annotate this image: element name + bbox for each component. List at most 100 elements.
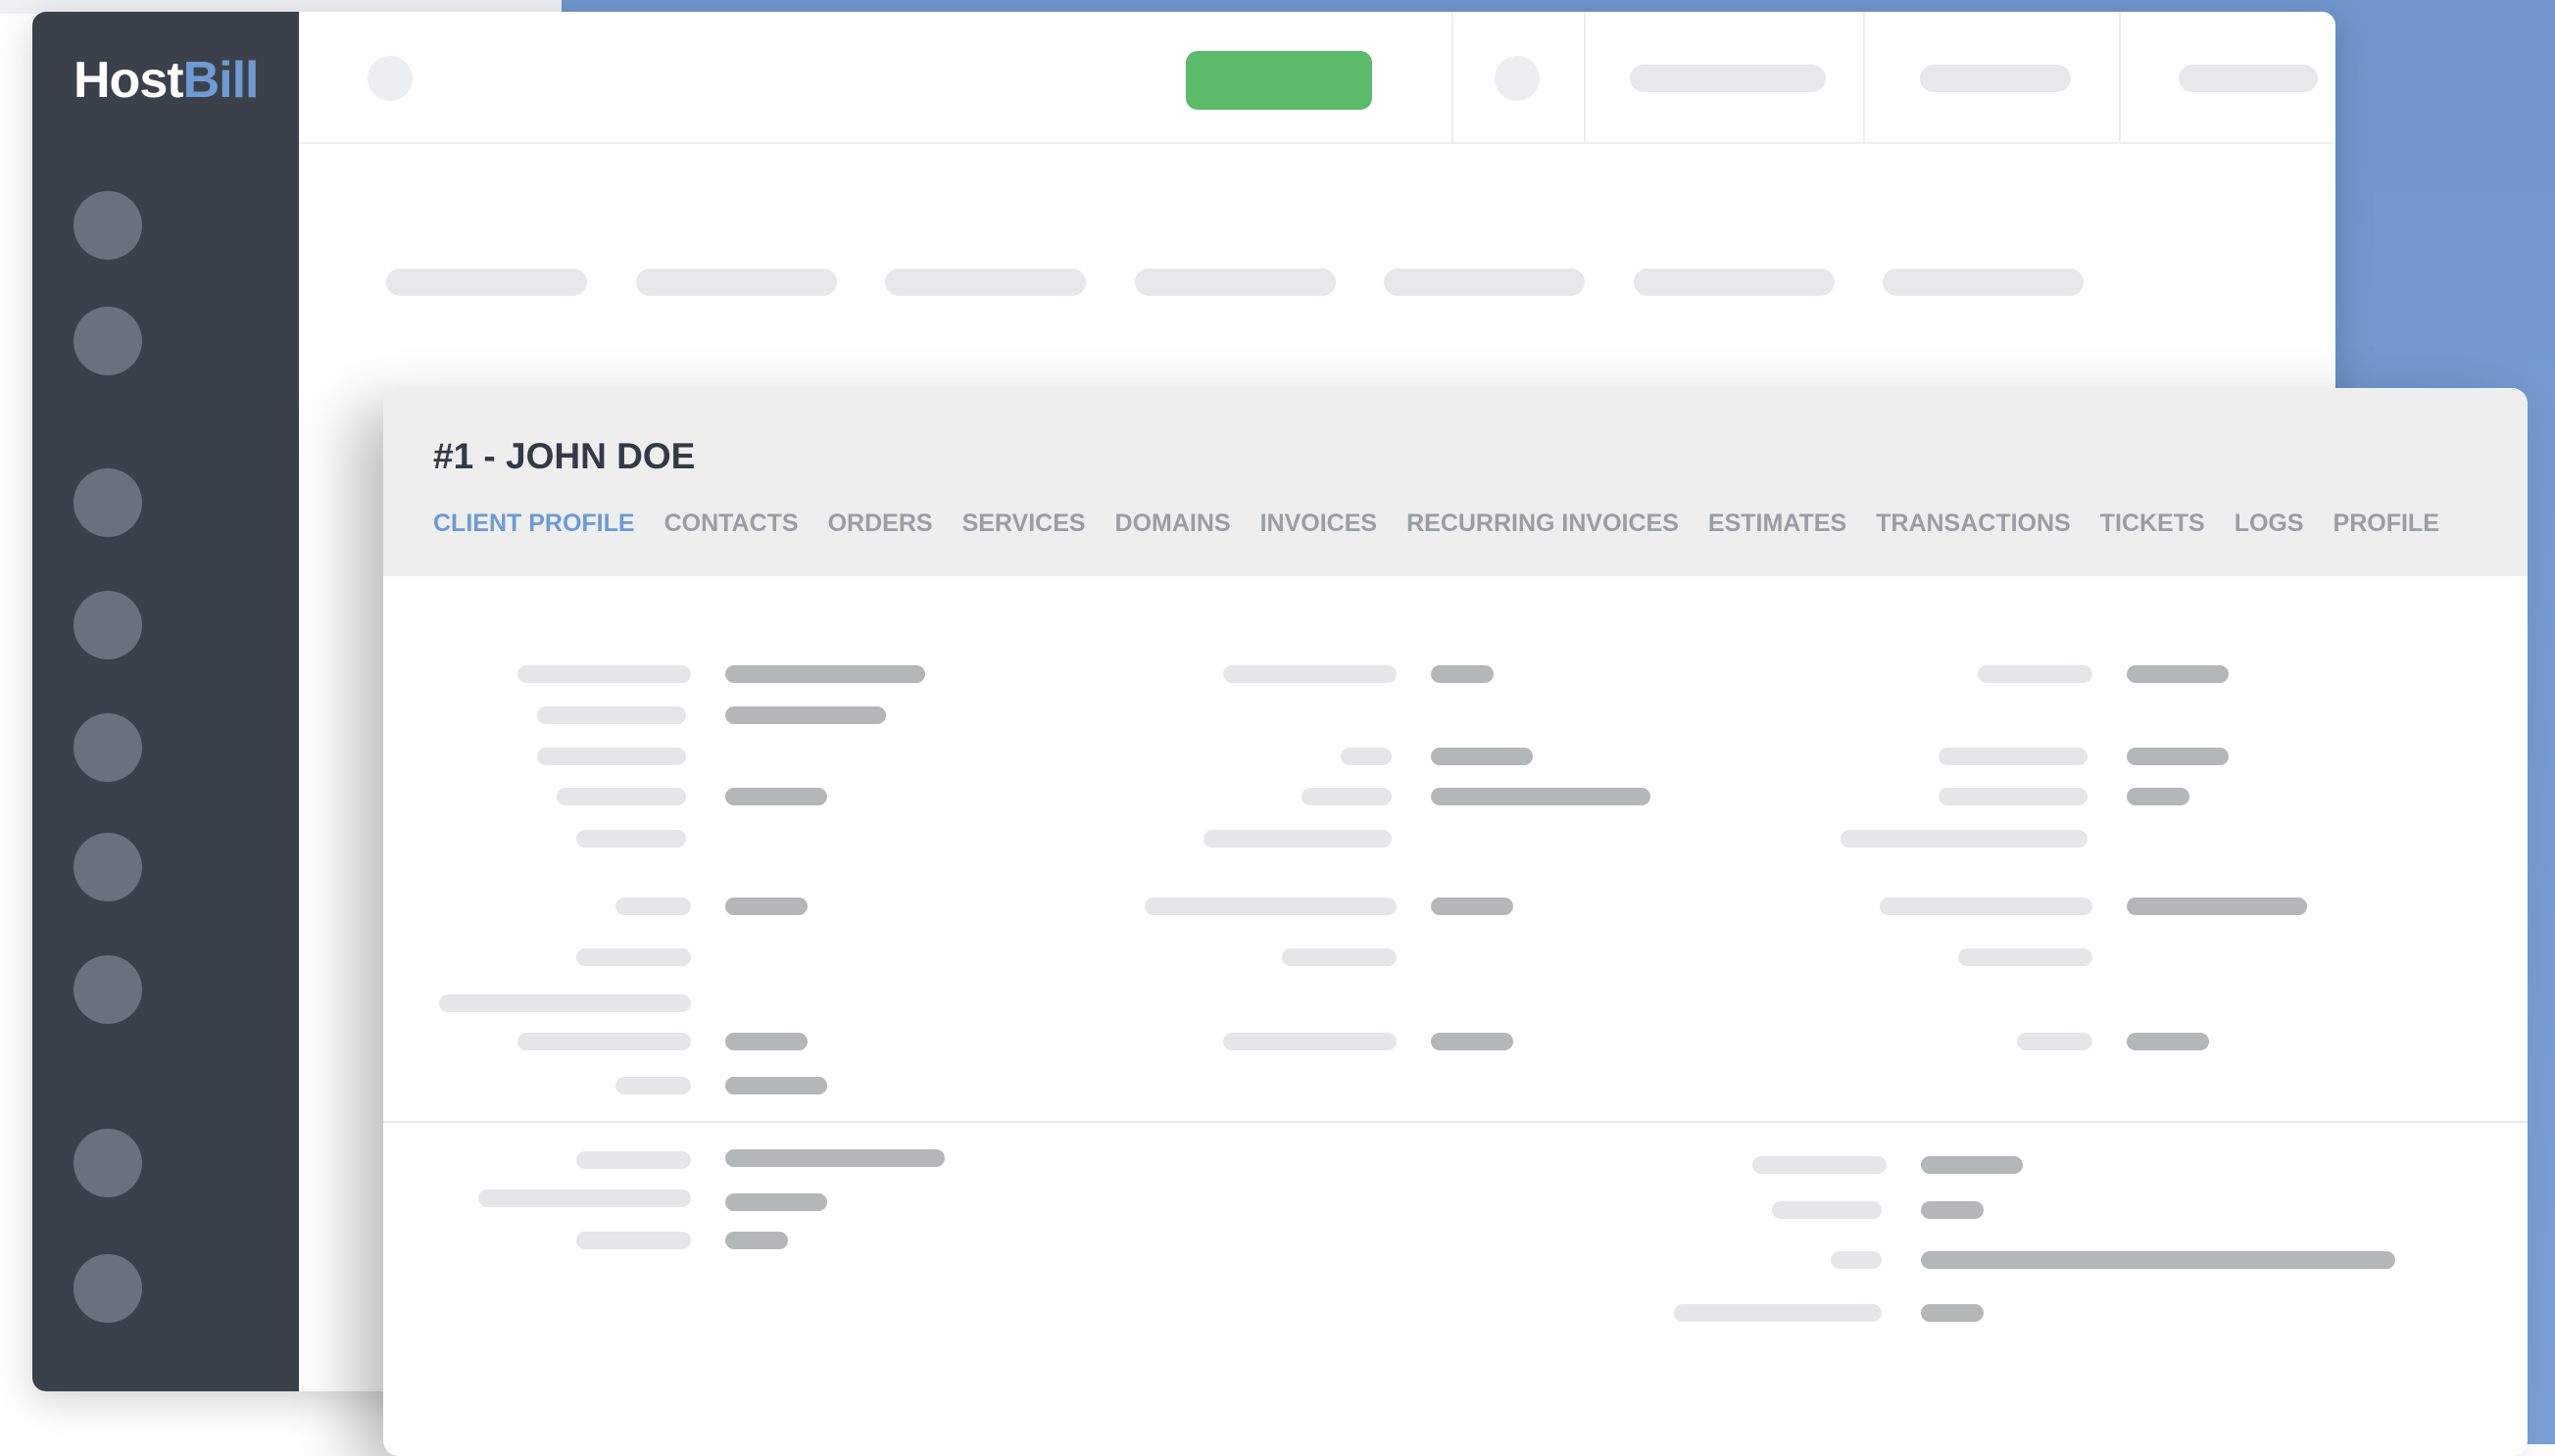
field-label <box>615 898 691 915</box>
field-value <box>725 665 925 683</box>
main-tab-placeholder[interactable] <box>1634 268 1835 296</box>
field-value <box>725 1033 808 1050</box>
tab-tickets[interactable]: TICKETS <box>2100 510 2205 538</box>
topbar-menu-item[interactable] <box>1630 65 1826 92</box>
field-value <box>725 1193 827 1211</box>
logo-host: Host <box>74 52 184 109</box>
field-value <box>2127 1033 2209 1050</box>
field-value <box>725 1232 788 1249</box>
field-label <box>1958 948 2092 966</box>
client-card: #1 - JOHN DOE CLIENT PROFILE CONTACTS OR… <box>383 388 2528 1456</box>
field-label <box>1752 1156 1887 1174</box>
sidebar: HostBill <box>32 12 299 1391</box>
sidebar-nav-icon[interactable] <box>74 1129 142 1197</box>
sidebar-nav-icon[interactable] <box>74 833 142 901</box>
field-value <box>725 706 886 724</box>
field-label <box>1223 1033 1397 1050</box>
menu-toggle-icon[interactable] <box>368 56 413 101</box>
client-title: #1 - JOHN DOE <box>433 436 696 476</box>
sidebar-nav-icon[interactable] <box>74 191 142 260</box>
field-value <box>725 898 808 915</box>
field-label <box>1302 788 1392 805</box>
tab-recurring-invoices[interactable]: RECURRING INVOICES <box>1406 510 1679 538</box>
main-tab-placeholder[interactable] <box>1135 268 1336 296</box>
separator <box>1451 12 1453 142</box>
sidebar-nav-icon[interactable] <box>74 468 142 537</box>
field-value <box>1921 1156 2023 1174</box>
separator <box>2119 12 2121 142</box>
field-label <box>576 1151 691 1169</box>
field-value <box>725 788 827 805</box>
topbar-menu-item[interactable] <box>1920 65 2071 92</box>
field-label <box>576 1232 691 1249</box>
separator <box>1584 12 1586 142</box>
tab-transactions[interactable]: TRANSACTIONS <box>1876 510 2071 538</box>
tab-orders[interactable]: ORDERS <box>828 510 933 538</box>
field-value <box>2127 665 2229 683</box>
tab-estimates[interactable]: ESTIMATES <box>1708 510 1846 538</box>
field-value <box>1431 788 1650 805</box>
tab-invoices[interactable]: INVOICES <box>1260 510 1377 538</box>
field-label <box>1282 948 1397 966</box>
field-label <box>478 1189 691 1207</box>
primary-action-button[interactable] <box>1186 51 1372 110</box>
field-label <box>2017 1033 2092 1050</box>
tab-profile[interactable]: PROFILE <box>2334 510 2439 538</box>
field-label <box>1880 898 2092 915</box>
tab-client-profile[interactable]: CLIENT PROFILE <box>433 510 635 538</box>
field-label <box>1939 748 2088 765</box>
field-value <box>1921 1304 1984 1322</box>
field-label <box>537 706 686 724</box>
tab-services[interactable]: SERVICES <box>962 510 1086 538</box>
field-label <box>1223 665 1397 683</box>
field-value <box>1921 1251 2395 1269</box>
field-label <box>1841 830 2088 848</box>
logo[interactable]: HostBill <box>74 51 260 110</box>
field-label <box>1939 788 2088 805</box>
logo-bill: Bill <box>182 52 260 109</box>
field-value <box>1431 1033 1513 1050</box>
field-label <box>439 995 691 1012</box>
tab-domains[interactable]: DOMAINS <box>1115 510 1231 538</box>
field-value <box>1431 898 1513 915</box>
field-value <box>2127 788 2189 805</box>
field-value <box>2127 898 2307 915</box>
topbar-menu-item[interactable] <box>2179 65 2318 92</box>
main-tab-placeholder[interactable] <box>386 268 587 296</box>
field-value <box>2127 748 2229 765</box>
sidebar-nav-icon[interactable] <box>74 307 142 375</box>
field-label <box>1978 665 2092 683</box>
field-value <box>1431 665 1494 683</box>
field-label <box>1831 1251 1882 1269</box>
field-label <box>1772 1201 1882 1219</box>
field-value <box>725 1149 945 1167</box>
main-tab-placeholder[interactable] <box>636 268 837 296</box>
field-label <box>1145 898 1397 915</box>
client-card-header: #1 - JOHN DOE CLIENT PROFILE CONTACTS OR… <box>383 388 2528 576</box>
sidebar-nav-icon[interactable] <box>74 591 142 659</box>
field-label <box>557 788 686 805</box>
main-tab-placeholder[interactable] <box>1883 268 2084 296</box>
field-label <box>517 665 691 683</box>
field-value <box>1921 1201 1984 1219</box>
field-label <box>1341 748 1392 765</box>
field-label <box>537 748 686 765</box>
field-value <box>725 1077 827 1094</box>
main-tab-placeholder[interactable] <box>1384 268 1585 296</box>
client-tabs: CLIENT PROFILE CONTACTS ORDERS SERVICES … <box>433 510 2439 538</box>
field-label <box>576 830 686 848</box>
field-value <box>1431 748 1533 765</box>
sidebar-nav-icon[interactable] <box>74 1254 142 1323</box>
field-label <box>1204 830 1392 848</box>
user-avatar[interactable] <box>1495 56 1540 101</box>
field-label <box>1674 1304 1882 1322</box>
field-label <box>576 948 691 966</box>
sidebar-nav-icon[interactable] <box>74 955 142 1024</box>
sidebar-nav-icon[interactable] <box>74 713 142 782</box>
main-tab-placeholder[interactable] <box>885 268 1086 296</box>
top-bar <box>299 12 2335 144</box>
field-label <box>615 1077 691 1094</box>
tab-logs[interactable]: LOGS <box>2235 510 2304 538</box>
separator <box>1863 12 1865 142</box>
tab-contacts[interactable]: CONTACTS <box>664 510 799 538</box>
